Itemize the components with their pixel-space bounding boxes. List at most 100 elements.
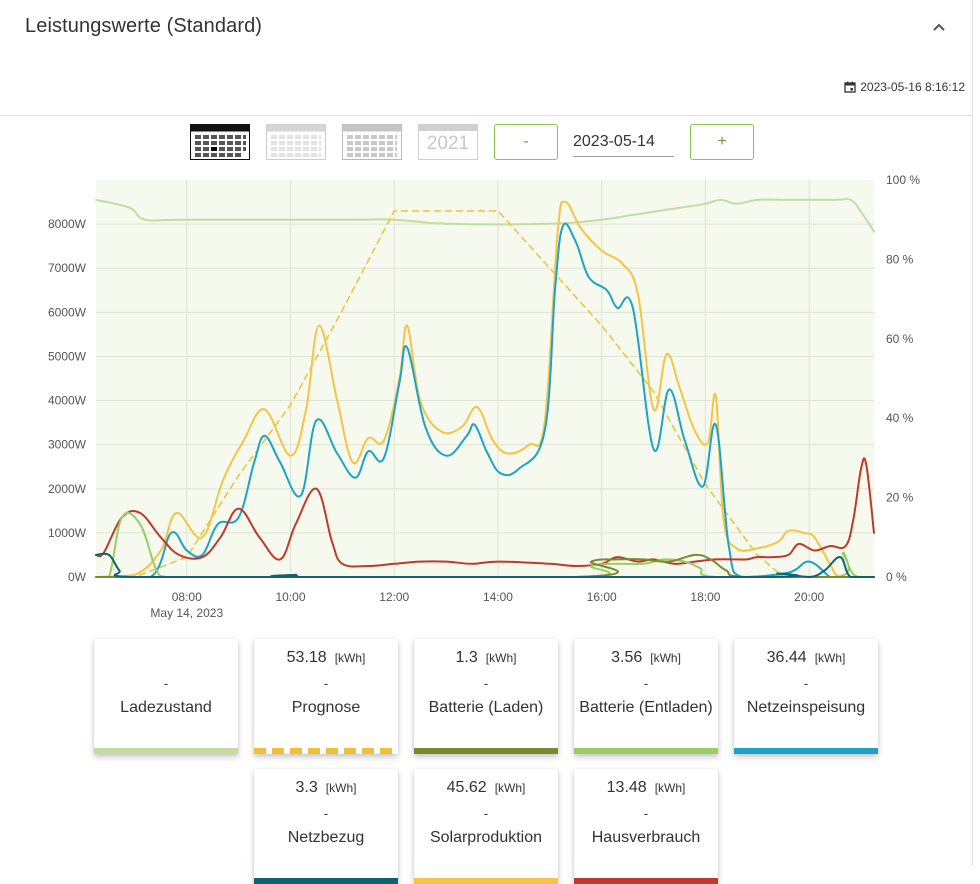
card-value: 3.56 [kWh] [574,649,718,669]
timestamp-text: 2023-05-16 8:16:12 [860,80,965,94]
card-value-number: 53.18 [286,649,327,666]
card-value-number: 36.44 [766,649,807,666]
card-unit: [kWh] [494,781,526,795]
y-left-tick-label: 6000W [48,305,87,319]
card-ladezustand[interactable]: - Ladezustand [94,639,238,754]
card-unit: [kWh] [334,651,366,665]
y-left-tick-label: 4000W [48,394,87,408]
card-label: Solarproduktion [429,829,543,846]
card-color-bar [254,748,398,754]
card-value: 1.3 [kWh] [414,649,558,669]
card-batterie_laden[interactable]: 1.3 [kWh] - Batterie (Laden) [414,639,558,754]
card-prognose[interactable]: 53.18 [kWh] - Prognose [254,639,398,754]
power-chart: 0W 1000W 2000W 3000W 4000W 5000W 6000W 7000W 800… [48,173,920,620]
performance-panel: Leistungswerte (Standard) 2023-05-16 8:1… [0,0,973,884]
card-unit: [kWh] [814,651,846,665]
y-left-tick-label: 1000W [48,526,87,540]
date-field[interactable] [573,127,674,157]
calendar-icon [844,81,856,93]
x-tick-label: 08:00 [172,590,202,604]
chevron-up-icon [933,23,945,31]
panel-header: Leistungswerte (Standard) 2023-05-16 8:1… [0,0,973,116]
y-left-tick-label: 8000W [48,217,87,231]
panel-title: Leistungswerte (Standard) [25,15,263,37]
y-axis-left: 0W 1000W 2000W 3000W 4000W 5000W 6000W 7000W 800… [48,217,87,584]
y-left-tick-label: 5000W [48,349,87,363]
card-label: Batterie (Laden) [428,699,544,716]
card-color-bar [254,878,398,884]
card-color-bar [94,748,238,754]
card-value: 53.18 [kWh] [254,649,398,669]
card-separator: - [643,675,649,691]
previous-day-button[interactable]: - [494,124,558,160]
y-right-tick-label: 20 % [886,491,914,505]
card-unit: [kWh] [650,651,681,665]
x-tick-label: 20:00 [794,590,824,604]
card-value-number: 3.3 [295,779,318,796]
next-day-button[interactable]: + [690,124,754,160]
card-separator: - [323,805,329,821]
card-separator: - [483,805,489,821]
card-unit: [kWh] [654,781,686,795]
card-netzeinspeisung[interactable]: 36.44 [kWh] - Netzeinspeisung [734,639,878,754]
y-right-tick-label: 60 % [886,332,914,346]
card-label: Netzeinspeisung [746,699,866,716]
card-value: 36.44 [kWh] [734,649,878,669]
card-separator: - [643,805,649,821]
card-label: Prognose [291,699,361,716]
calendar-month-icon [342,124,402,160]
calendar-week-icon [266,124,326,160]
card-netzbezug[interactable]: 3.3 [kWh] - Netzbezug [254,769,398,884]
x-tick-label: 16:00 [587,590,617,604]
card-separator: - [163,675,169,691]
x-tick-label: 10:00 [275,590,305,604]
card-separator: - [323,675,329,691]
card-label: Batterie (Entladen) [579,699,713,716]
x-tick-label: 18:00 [690,590,720,604]
x-axis: 08:00 10:00 12:00 14:00 16:00 18:00 20:00 May 1… [150,590,824,620]
card-color-bar [574,748,718,754]
y-right-tick-label: 40 % [886,411,914,425]
collapse-button[interactable] [928,16,950,38]
card-label: Netzbezug [287,829,365,846]
day-view-button[interactable] [190,124,250,160]
last-update: 2023-05-16 8:16:12 [844,80,965,94]
card-value-number: 3.56 [611,649,643,666]
card-value: 3.3 [kWh] [254,779,398,799]
year-view-button[interactable]: 2021 [418,124,478,160]
card-solarproduktion[interactable]: 45.62 [kWh] - Solarproduktion [414,769,558,884]
y-left-tick-label: 2000W [48,482,87,496]
card-color-bar [414,748,558,754]
card-separator: - [803,675,809,691]
card-value-number: 13.48 [606,779,647,796]
card-batterie_entladen[interactable]: 3.56 [kWh] - Batterie (Entladen) [574,639,718,754]
card-color-bar [734,748,878,754]
card-color-bar [414,878,558,884]
y-right-tick-label: 0 % [886,570,907,584]
card-value-number: 45.62 [446,779,487,796]
card-value: 13.48 [kWh] [574,779,718,799]
card-unit: [kWh] [485,651,517,665]
y-left-tick-label: 3000W [48,438,87,452]
card-separator: - [483,675,489,691]
card-color-bar [574,878,718,884]
y-axis-right: 0 % 20 % 40 % 60 % 80 % 100 % [886,173,920,584]
card-value [94,649,238,669]
card-label: Ladezustand [120,699,212,716]
week-view-button[interactable] [266,124,326,160]
x-date-label: May 14, 2023 [150,606,223,620]
y-left-tick-label: 0W [68,570,87,584]
calendar-day-icon [190,124,250,160]
card-value-number: 1.3 [455,649,478,666]
x-tick-label: 14:00 [483,590,513,604]
y-right-tick-label: 80 % [886,252,914,266]
card-unit: [kWh] [325,781,357,795]
toolbar: 2021 - + [0,124,973,164]
x-tick-label: 12:00 [379,590,409,604]
card-label: Hausverbrauch [591,829,701,846]
y-right-tick-label: 100 % [886,173,920,187]
card-hausverbrauch[interactable]: 13.48 [kWh] - Hausverbrauch [574,769,718,884]
y-left-tick-label: 7000W [48,261,87,275]
month-view-button[interactable] [342,124,402,160]
card-value: 45.62 [kWh] [414,779,558,799]
